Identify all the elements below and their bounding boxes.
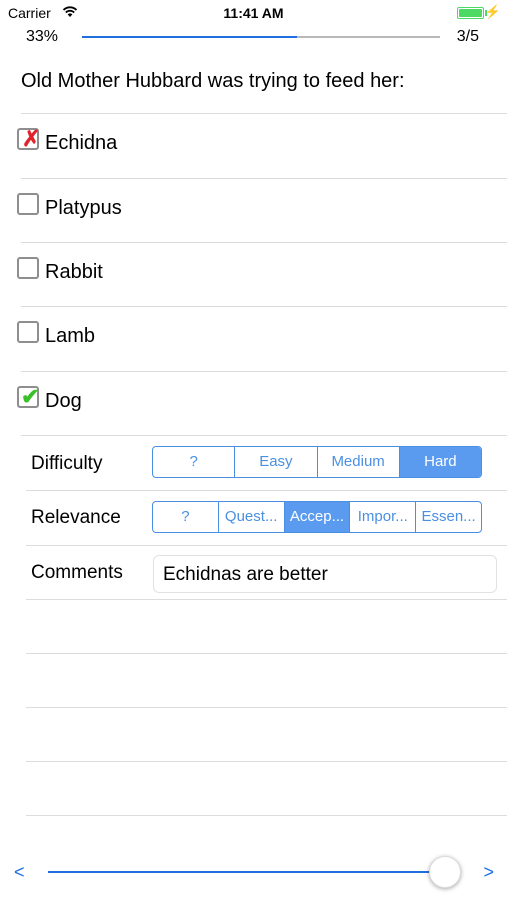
relevance-segmented-control[interactable]: ? Quest... Accep... Impor... Essen... — [152, 501, 482, 533]
checkbox[interactable] — [17, 257, 39, 279]
clock: 11:41 AM — [223, 5, 284, 21]
difficulty-segmented-control[interactable]: ? Easy Medium Hard — [152, 446, 482, 478]
checkbox[interactable]: ✗ — [17, 126, 41, 151]
question-slider[interactable] — [48, 871, 446, 873]
relevance-segment-unknown[interactable]: ? — [153, 502, 219, 532]
difficulty-segment-unknown[interactable]: ? — [153, 447, 236, 477]
cross-icon: ✗ — [22, 126, 41, 151]
progress-percent: 33% — [26, 28, 59, 45]
question-text: Old Mother Hubbard was trying to feed he… — [21, 70, 405, 92]
difficulty-segment-medium[interactable]: Medium — [318, 447, 400, 477]
relevance-segment-essential[interactable]: Essen... — [416, 502, 481, 532]
divider — [26, 653, 507, 654]
charging-bolt-icon: ⚡ — [484, 4, 501, 19]
checkbox[interactable] — [17, 321, 39, 343]
divider — [21, 435, 507, 436]
checkmark-icon: ✔ — [21, 384, 40, 409]
divider — [26, 490, 507, 491]
difficulty-segment-hard[interactable]: Hard — [399, 447, 481, 477]
option-label: Rabbit — [45, 261, 103, 283]
divider — [26, 815, 507, 816]
progress-bar — [82, 36, 440, 38]
next-button[interactable]: > — [483, 862, 494, 883]
difficulty-segment-easy[interactable]: Easy — [235, 447, 318, 477]
option-label: Lamb — [45, 325, 96, 347]
slider-fill — [48, 871, 446, 873]
option-echidna[interactable]: ✗ Echidna — [0, 114, 507, 178]
comments-label: Comments — [31, 562, 123, 583]
status-bar: Carrier 11:41 AM ⚡ — [0, 0, 507, 26]
option-platypus[interactable]: Platypus — [0, 179, 507, 243]
checkbox[interactable] — [17, 193, 39, 215]
relevance-segment-important[interactable]: Impor... — [350, 502, 417, 532]
option-rabbit[interactable]: Rabbit — [0, 243, 507, 307]
checkbox[interactable]: ✔ — [17, 384, 40, 409]
divider — [26, 761, 507, 762]
option-label: Platypus — [45, 197, 122, 219]
progress-row: 33% 3/5 — [0, 26, 507, 50]
divider — [26, 599, 507, 600]
option-dog[interactable]: ✔ Dog — [0, 372, 507, 436]
question-counter: 3/5 — [456, 28, 479, 45]
slider-thumb[interactable] — [429, 856, 461, 888]
progress-bar-fill — [82, 36, 297, 38]
battery-icon — [457, 7, 484, 19]
option-lamb[interactable]: Lamb — [0, 307, 507, 371]
relevance-segment-acceptable[interactable]: Accep... — [284, 502, 351, 532]
relevance-segment-questionable[interactable]: Quest... — [219, 502, 285, 532]
difficulty-label: Difficulty — [31, 453, 103, 474]
comments-input[interactable]: Echidnas are better — [153, 555, 497, 593]
divider — [26, 707, 507, 708]
divider — [26, 545, 507, 546]
option-label: Echidna — [45, 132, 118, 154]
previous-button[interactable]: < — [14, 862, 25, 883]
option-label: Dog — [45, 390, 82, 412]
relevance-label: Relevance — [31, 507, 121, 528]
